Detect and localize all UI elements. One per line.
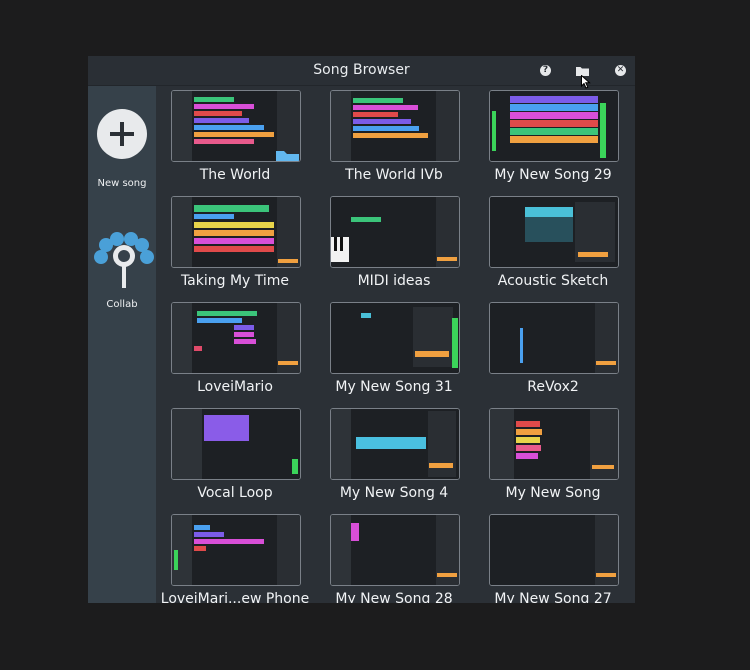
- song-thumbnail: [171, 302, 301, 374]
- title-bar: Song Browser ? ✕: [88, 56, 635, 89]
- song-tile[interactable]: My New Song 29: [474, 90, 624, 190]
- song-thumbnail: [171, 408, 301, 480]
- song-tile[interactable]: ReVox2: [474, 302, 624, 402]
- song-tile[interactable]: My New Song: [474, 408, 624, 508]
- song-thumbnail: [330, 196, 460, 268]
- song-tile[interactable]: My New Song 4: [315, 408, 465, 508]
- song-tile[interactable]: The World IVb: [315, 90, 465, 190]
- song-thumbnail: [171, 514, 301, 586]
- collab-icon[interactable]: [93, 229, 155, 291]
- song-thumbnail: [489, 90, 619, 162]
- song-tile[interactable]: LoveiMario: [156, 302, 306, 402]
- song-name: LoveiMario: [197, 379, 273, 395]
- song-name: My New Song 27: [494, 591, 612, 603]
- song-name: The World: [199, 167, 271, 183]
- song-tile[interactable]: My New Song 27: [474, 514, 624, 603]
- song-tile[interactable]: The World: [156, 90, 306, 190]
- plus-icon: [110, 122, 134, 146]
- song-thumbnail: [171, 196, 301, 268]
- song-name: The World IVb: [345, 167, 443, 183]
- song-name: MIDI ideas: [357, 273, 431, 289]
- help-icon[interactable]: ?: [540, 65, 551, 76]
- song-thumbnail: [489, 514, 619, 586]
- song-name: My New Song: [505, 485, 601, 501]
- song-tile[interactable]: MIDI ideas: [315, 196, 465, 296]
- song-name: ReVox2: [527, 379, 579, 395]
- collab-label: Collab: [106, 299, 138, 310]
- song-name: My New Song 4: [339, 485, 449, 501]
- song-tile[interactable]: My New Song 31: [315, 302, 465, 402]
- song-grid: The World The World IVb My New Song 29 T…: [156, 86, 635, 603]
- sidebar: New song Collab: [88, 86, 156, 603]
- song-name: My New Song 31: [335, 379, 453, 395]
- song-name: My New Song 29: [494, 167, 612, 183]
- song-thumbnail: [330, 302, 460, 374]
- song-name: LoveiMari...ew Phone: [160, 591, 310, 603]
- song-name: Acoustic Sketch: [497, 273, 609, 289]
- song-thumbnail: [330, 90, 460, 162]
- close-icon[interactable]: ✕: [615, 65, 626, 76]
- song-tile[interactable]: LoveiMari...ew Phone: [156, 514, 309, 603]
- song-thumbnail: [171, 90, 301, 162]
- new-song-label: New song: [97, 178, 147, 189]
- new-song-button[interactable]: [97, 109, 147, 159]
- song-thumbnail: [489, 408, 619, 480]
- song-browser-window: Song Browser ? ✕ New song Collab The Wor…: [88, 56, 635, 603]
- song-tile[interactable]: Vocal Loop: [156, 408, 306, 508]
- window-title: Song Browser: [313, 62, 410, 78]
- song-tile[interactable]: Acoustic Sketch: [474, 196, 624, 296]
- song-tile[interactable]: My New Song 28: [315, 514, 465, 603]
- song-name: Taking My Time: [180, 273, 290, 289]
- song-thumbnail: [489, 302, 619, 374]
- song-thumbnail: [330, 408, 460, 480]
- song-name: My New Song 28: [335, 591, 453, 603]
- song-thumbnail: [489, 196, 619, 268]
- song-name: Vocal Loop: [197, 485, 273, 501]
- song-thumbnail: [330, 514, 460, 586]
- song-tile[interactable]: Taking My Time: [156, 196, 306, 296]
